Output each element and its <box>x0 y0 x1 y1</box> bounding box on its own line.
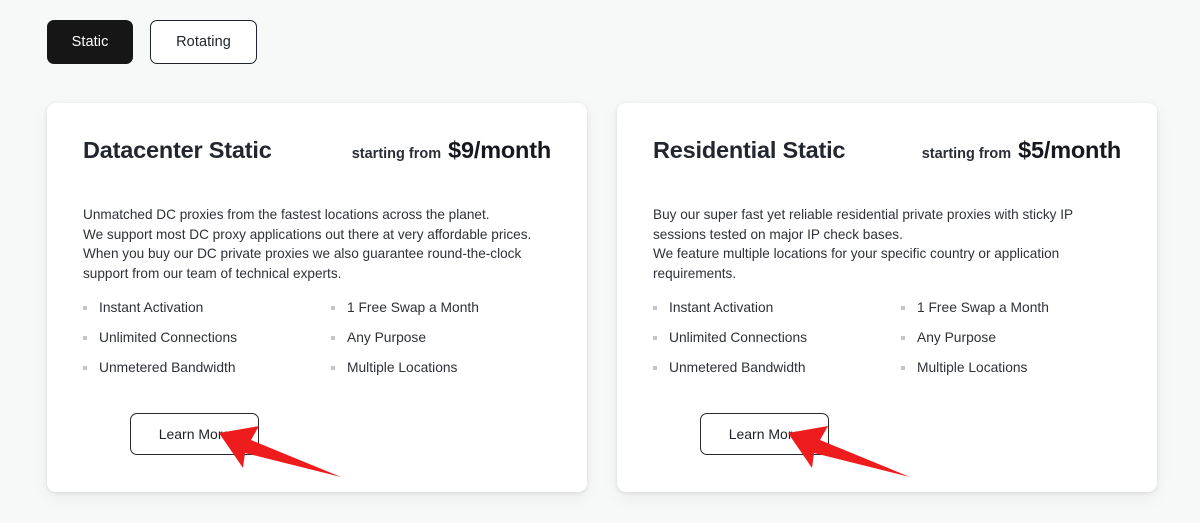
feature-label: Instant Activation <box>669 300 774 315</box>
learn-more-button-residential[interactable]: Learn More <box>700 413 829 455</box>
feature-label: Unmetered Bandwidth <box>99 360 236 375</box>
bullet-square-icon <box>83 336 87 340</box>
bullet-square-icon <box>653 366 657 370</box>
bullet-square-icon <box>653 336 657 340</box>
bullet-square-icon <box>901 366 905 370</box>
card-header: Datacenter Static starting from $9/month <box>83 137 551 177</box>
list-item: 1 Free Swap a Month <box>331 299 551 317</box>
price-block: starting from $5/month <box>922 137 1121 164</box>
list-item: Unlimited Connections <box>653 329 901 347</box>
bullet-square-icon <box>901 336 905 340</box>
card-header: Residential Static starting from $5/mont… <box>653 137 1121 177</box>
proxy-type-toggle-group: Static Rotating <box>47 20 257 64</box>
feature-label: Unlimited Connections <box>99 330 238 345</box>
feature-label: Instant Activation <box>99 300 204 315</box>
card-description: Unmatched DC proxies from the fastest lo… <box>83 207 532 281</box>
price-amount: $5/month <box>1018 137 1121 163</box>
pricing-card-residential-static: Residential Static starting from $5/mont… <box>617 103 1157 492</box>
bullet-square-icon <box>331 366 335 370</box>
bullet-square-icon <box>83 366 87 370</box>
feature-label: Multiple Locations <box>917 360 1028 375</box>
list-item: Any Purpose <box>901 329 1121 347</box>
list-item: Any Purpose <box>331 329 551 347</box>
feature-label: Unmetered Bandwidth <box>669 360 806 375</box>
price-prefix-label: starting from <box>351 146 442 162</box>
list-item: Unmetered Bandwidth <box>83 359 331 377</box>
learn-more-button-datacenter[interactable]: Learn More <box>130 413 259 455</box>
tab-rotating[interactable]: Rotating <box>150 20 257 64</box>
bullet-square-icon <box>901 306 905 310</box>
list-item: 1 Free Swap a Month <box>901 299 1121 317</box>
list-item: Unlimited Connections <box>83 329 331 347</box>
price-amount: $9/month <box>448 137 551 163</box>
price-prefix-label: starting from <box>921 146 1012 162</box>
feature-label: Unlimited Connections <box>669 330 808 345</box>
bullet-square-icon <box>331 336 335 340</box>
bullet-square-icon <box>83 306 87 310</box>
feature-list: Instant Activation 1 Free Swap a Month U… <box>83 299 551 377</box>
feature-label: Any Purpose <box>917 330 996 345</box>
feature-list: Instant Activation 1 Free Swap a Month U… <box>653 299 1121 377</box>
bullet-square-icon <box>653 306 657 310</box>
feature-label: Any Purpose <box>347 330 426 345</box>
list-item: Multiple Locations <box>901 359 1121 377</box>
card-title: Datacenter Static <box>83 137 272 163</box>
list-item: Instant Activation <box>653 299 901 317</box>
card-title: Residential Static <box>653 137 846 163</box>
card-description: Buy our super fast yet reliable resident… <box>653 207 1074 281</box>
tab-static[interactable]: Static <box>47 20 133 64</box>
list-item: Instant Activation <box>83 299 331 317</box>
pricing-card-datacenter-static: Datacenter Static starting from $9/month… <box>47 103 587 492</box>
feature-label: Multiple Locations <box>347 360 458 375</box>
price-block: starting from $9/month <box>352 137 551 164</box>
feature-label: 1 Free Swap a Month <box>347 300 479 315</box>
feature-label: 1 Free Swap a Month <box>917 300 1049 315</box>
list-item: Multiple Locations <box>331 359 551 377</box>
bullet-square-icon <box>331 306 335 310</box>
list-item: Unmetered Bandwidth <box>653 359 901 377</box>
pricing-card-list: Datacenter Static starting from $9/month… <box>47 103 1157 492</box>
